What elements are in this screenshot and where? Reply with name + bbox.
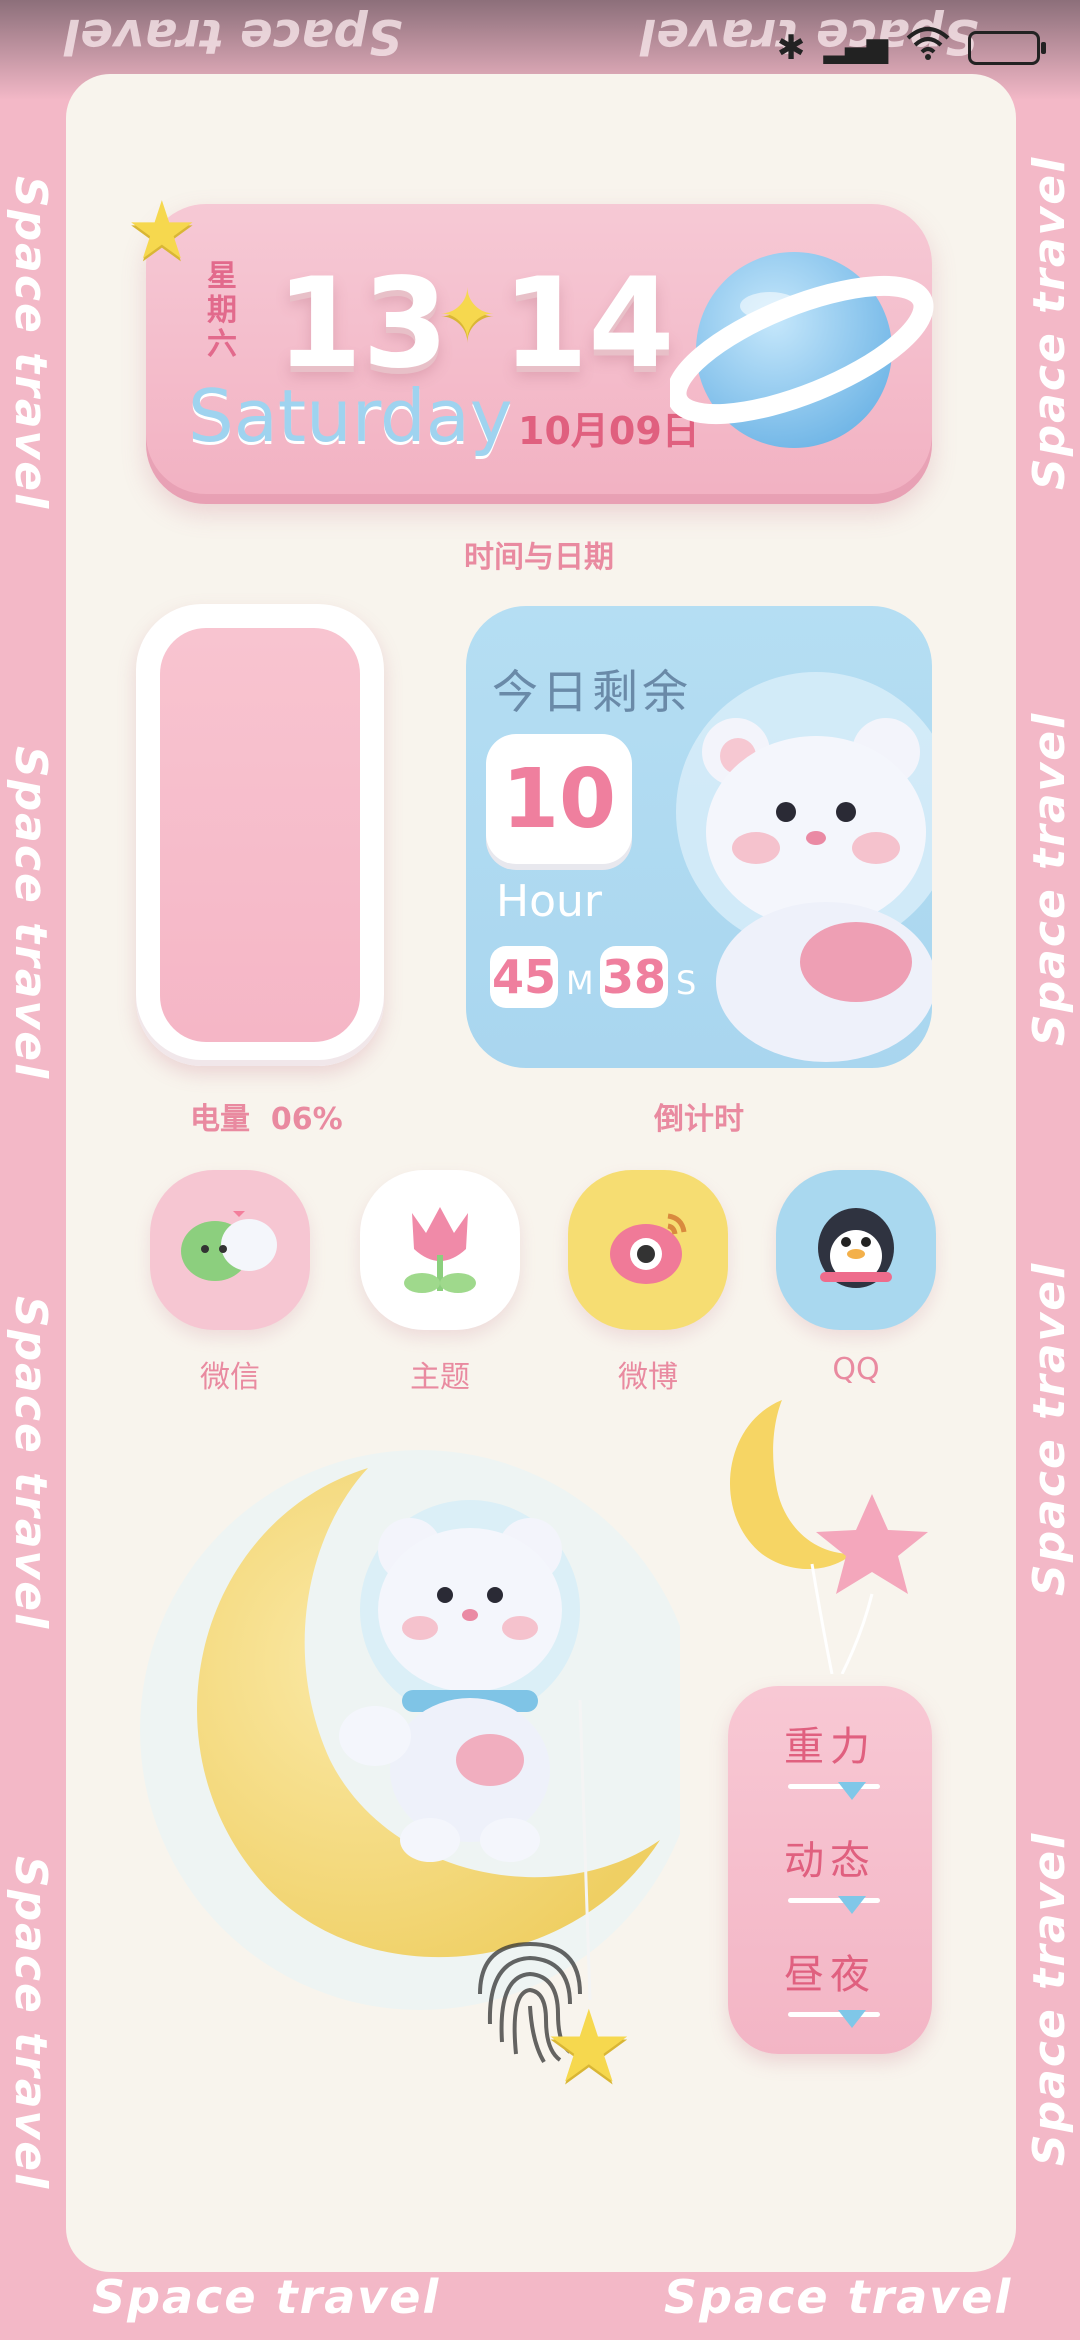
slider-knob[interactable] bbox=[838, 1782, 866, 1800]
countdown-caption: 倒计时 bbox=[654, 1102, 744, 1137]
countdown-widget[interactable]: 今日剩余 10 Hour 45 M 38 S bbox=[466, 606, 932, 1068]
slider-knob[interactable] bbox=[838, 1896, 866, 1914]
edge-text-bottom-right: Space travel bbox=[664, 2270, 1013, 2324]
battery-widget[interactable] bbox=[136, 604, 384, 1066]
edge-text-left-4: Space travel bbox=[5, 1856, 56, 2191]
edge-text-right-2: Space travel bbox=[1024, 711, 1075, 1046]
app-label: 微博 bbox=[618, 1360, 678, 1395]
battery-status-icon bbox=[968, 30, 1046, 65]
app-icon-0[interactable] bbox=[150, 1170, 310, 1330]
fishing-star-icon: ★ bbox=[544, 1988, 634, 2105]
countdown-minutes: 45 bbox=[490, 946, 558, 1008]
star-icon: ★ bbox=[126, 184, 198, 277]
battery-label: 电量 bbox=[190, 1102, 250, 1137]
weekday-cn: 星期六 bbox=[207, 259, 237, 362]
effects-slider-widget[interactable]: 重力 动态 昼夜 bbox=[728, 1686, 932, 2054]
minute-unit: M bbox=[566, 964, 594, 1002]
edge-text-right-1: Space travel bbox=[1024, 155, 1075, 490]
app-icon-3[interactable] bbox=[776, 1170, 936, 1330]
app-icon-2[interactable] bbox=[568, 1170, 728, 1330]
app-icon-1[interactable] bbox=[360, 1170, 520, 1330]
slider-knob[interactable] bbox=[838, 2010, 866, 2028]
hour-unit: Hour bbox=[496, 876, 602, 927]
slider-track[interactable] bbox=[788, 2012, 880, 2017]
status-icons: ✱ ▂▄▆ bbox=[776, 26, 1046, 69]
app-label: QQ bbox=[832, 1352, 880, 1387]
battery-caption: 电量 06% bbox=[150, 1094, 438, 1138]
clock-caption: 时间与日期 bbox=[464, 540, 614, 575]
edge-text-top-left: Space travel bbox=[64, 8, 403, 64]
tulip-icon bbox=[390, 1193, 490, 1307]
app-label: 微信 bbox=[200, 1360, 260, 1395]
planet-icon bbox=[670, 252, 934, 448]
countdown-hours: 10 bbox=[486, 734, 632, 864]
edge-text-right-4: Space travel bbox=[1024, 1831, 1075, 2166]
penguin-icon bbox=[806, 1198, 906, 1302]
edge-text-right-3: Space travel bbox=[1024, 1261, 1075, 1596]
wifi-icon bbox=[906, 26, 950, 69]
sparkle-icon: ✦ bbox=[438, 274, 497, 356]
moon-star-balloon-icon bbox=[729, 1400, 928, 1674]
wechat-icon bbox=[175, 1203, 285, 1297]
slider-label: 重力 bbox=[784, 1724, 876, 1770]
clock-widget[interactable]: 星期六 13 ✦ 14 Saturday 10月09日 ★ bbox=[126, 184, 934, 504]
slider-track[interactable] bbox=[788, 1784, 880, 1789]
slider-label: 昼夜 bbox=[784, 1952, 876, 1998]
clock-minute: 14 bbox=[502, 252, 675, 396]
edge-text-left-2: Space travel bbox=[5, 746, 56, 1081]
battery-fill bbox=[160, 628, 360, 1042]
edge-text-left-1: Space travel bbox=[5, 176, 56, 511]
weibo-icon bbox=[598, 1198, 698, 1302]
edge-text-left-3: Space travel bbox=[5, 1296, 56, 1631]
signal-icon: ▂▄▆ bbox=[823, 31, 888, 64]
bluetooth-icon: ✱ bbox=[776, 27, 806, 68]
edge-text-bottom-left: Space travel bbox=[92, 2270, 441, 2324]
battery-percent: 06% bbox=[270, 1102, 343, 1137]
day-english: Saturday bbox=[188, 374, 513, 458]
slider-track[interactable] bbox=[788, 1898, 880, 1903]
astronaut-bear-icon bbox=[676, 672, 932, 1062]
app-label: 主题 bbox=[410, 1360, 470, 1395]
slider-label: 动态 bbox=[784, 1838, 876, 1884]
